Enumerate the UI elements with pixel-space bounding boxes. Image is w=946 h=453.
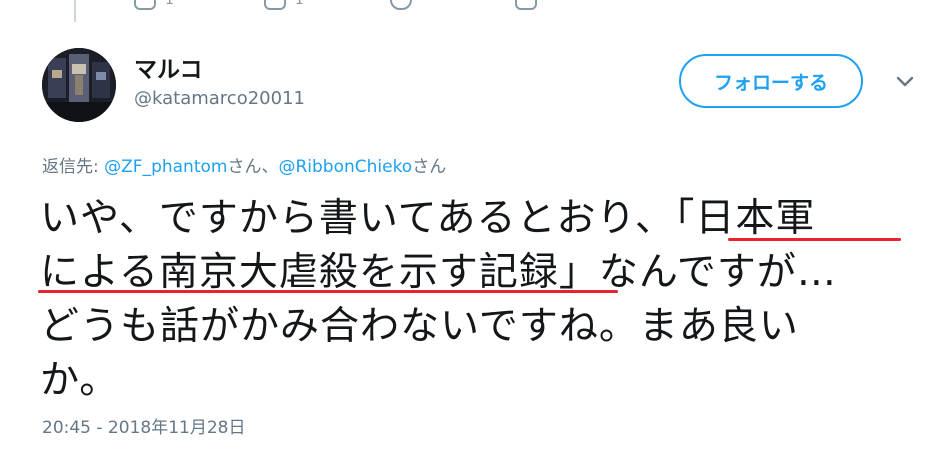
reply-icon[interactable]	[134, 0, 156, 10]
user-handle[interactable]: @katamarco20011	[134, 88, 305, 109]
mention-ribbonchieko[interactable]: @RibbonChieko	[278, 157, 412, 177]
tweet-text-line-3: どうも話がかみ合わないですね。まあ良い	[40, 304, 799, 349]
retweet-count: 1	[295, 0, 304, 8]
chevron-down-icon	[896, 76, 914, 87]
tweet-text: いや、ですから書いてあるとおり、「日本軍 による南京大虐殺を示す記録」なんですが…	[40, 192, 910, 408]
more-options-button[interactable]	[893, 72, 917, 92]
avatar[interactable]	[42, 48, 116, 122]
reply-to-separator: さん、	[227, 157, 279, 177]
tweet-text-line-4: か。	[40, 358, 120, 403]
share-icon[interactable]	[515, 0, 537, 10]
reply-to-prefix: 返信先:	[42, 157, 105, 177]
retweet-icon[interactable]	[264, 0, 286, 10]
red-underline-2	[38, 290, 618, 293]
previous-tweet-actions: 1 1	[0, 0, 946, 22]
like-icon[interactable]	[390, 0, 412, 10]
tweet-timestamp[interactable]: 20:45 - 2018年11月28日	[42, 413, 245, 438]
avatar-image	[42, 48, 116, 122]
mention-zf-phantom[interactable]: @ZF_phantom	[104, 157, 227, 177]
red-underline-1	[728, 238, 901, 241]
user-display-name[interactable]: マルコ	[134, 50, 203, 84]
reply-to-line: 返信先: @ZF_phantomさん、@RibbonChiekoさん	[42, 152, 446, 177]
reply-to-suffix: さん	[412, 157, 447, 177]
thread-connector-line	[74, 0, 76, 22]
follow-button[interactable]: フォローする	[679, 54, 863, 108]
reply-count: 1	[165, 0, 174, 8]
